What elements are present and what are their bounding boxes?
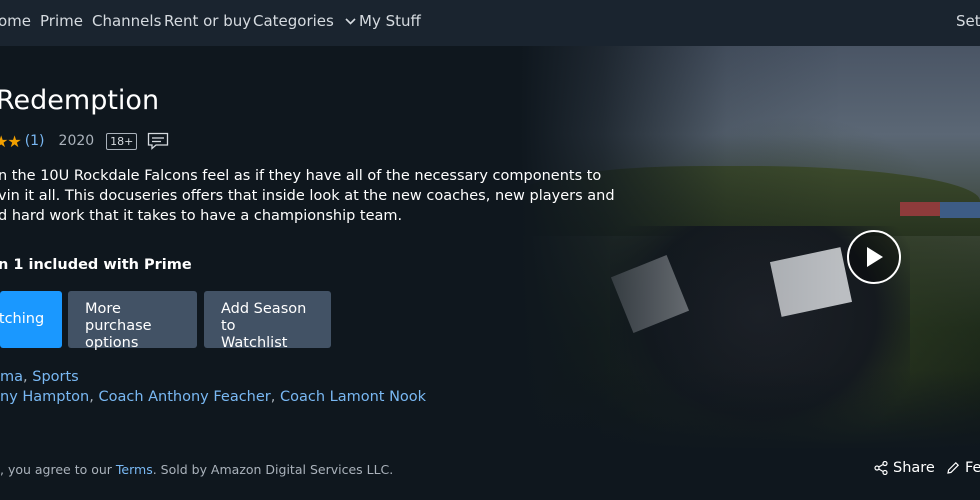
- subtitles-icon: [148, 132, 169, 150]
- terms-link[interactable]: Terms: [116, 462, 153, 477]
- top-navbar: ome Prime Channels Rent or buy Categorie…: [0, 0, 980, 46]
- button-label-line: Watchlist: [221, 335, 288, 351]
- cast-list: ny Hampton, Coach Anthony Feacher, Coach…: [0, 389, 427, 405]
- synopsis-line: n the 10U Rockdale Falcons feel as if th…: [0, 168, 602, 184]
- hero-bottom-fade: [520, 370, 980, 450]
- genre-link[interactable]: ma: [0, 369, 23, 385]
- nav-categories-label: Categories: [253, 12, 334, 30]
- button-label-line: options: [85, 335, 139, 351]
- nav-settings[interactable]: Setti: [956, 12, 980, 30]
- continue-watching-label: atching: [0, 311, 45, 327]
- nav-prime[interactable]: Prime: [40, 12, 83, 30]
- nav-home[interactable]: ome: [0, 12, 31, 30]
- legal-suffix: . Sold by Amazon Digital Services LLC.: [152, 462, 394, 477]
- nav-rent-or-buy[interactable]: Rent or buy: [164, 12, 251, 30]
- play-icon: [867, 247, 883, 267]
- share-button[interactable]: Share: [874, 460, 935, 476]
- share-icon: [874, 461, 888, 475]
- release-year: 2020: [58, 133, 95, 149]
- feedback-label: Fe: [965, 460, 980, 476]
- page-title: Redemption: [0, 85, 160, 116]
- synopsis-line: d hard work that it takes to have a cham…: [0, 208, 403, 224]
- season-included-label: n 1 included with Prime: [0, 257, 192, 273]
- legal-text: , you agree to our Terms. Sold by Amazon…: [0, 462, 393, 477]
- continue-watching-button[interactable]: atching: [0, 291, 62, 348]
- maturity-rating-badge: 18+: [106, 132, 138, 150]
- genres-list: ma, Sports: [0, 369, 79, 385]
- legal-prefix: , you agree to our: [0, 462, 116, 477]
- add-to-watchlist-button[interactable]: Add Season to Watchlist: [204, 291, 331, 351]
- meta-row: ★★ (1) 2020 18+: [0, 132, 169, 151]
- nav-categories[interactable]: Categories: [253, 12, 356, 30]
- star-rating-icon[interactable]: ★★: [0, 132, 22, 151]
- genre-link[interactable]: Sports: [32, 369, 78, 385]
- chevron-down-icon: [345, 18, 356, 25]
- synopsis-line: vin it all. This docuseries offers that …: [0, 188, 615, 204]
- synopsis: n the 10U Rockdale Falcons feel as if th…: [0, 166, 615, 226]
- nav-my-stuff[interactable]: My Stuff: [359, 12, 421, 30]
- cast-link[interactable]: Coach Lamont Nook: [280, 389, 426, 405]
- nav-channels[interactable]: Channels: [92, 12, 161, 30]
- feedback-button[interactable]: Fe: [946, 460, 980, 476]
- pencil-icon: [947, 461, 960, 474]
- play-trailer-button[interactable]: [847, 230, 901, 284]
- share-label: Share: [893, 460, 935, 476]
- cast-link[interactable]: Coach Anthony Feacher: [98, 389, 270, 405]
- rating-count[interactable]: (1): [25, 133, 45, 149]
- button-label-line: Add Season to: [221, 301, 307, 334]
- more-purchase-options-button[interactable]: More purchase options: [68, 291, 197, 351]
- cast-link[interactable]: ny Hampton: [0, 389, 89, 405]
- button-label-line: More purchase: [85, 301, 152, 334]
- hero-image: [520, 46, 980, 450]
